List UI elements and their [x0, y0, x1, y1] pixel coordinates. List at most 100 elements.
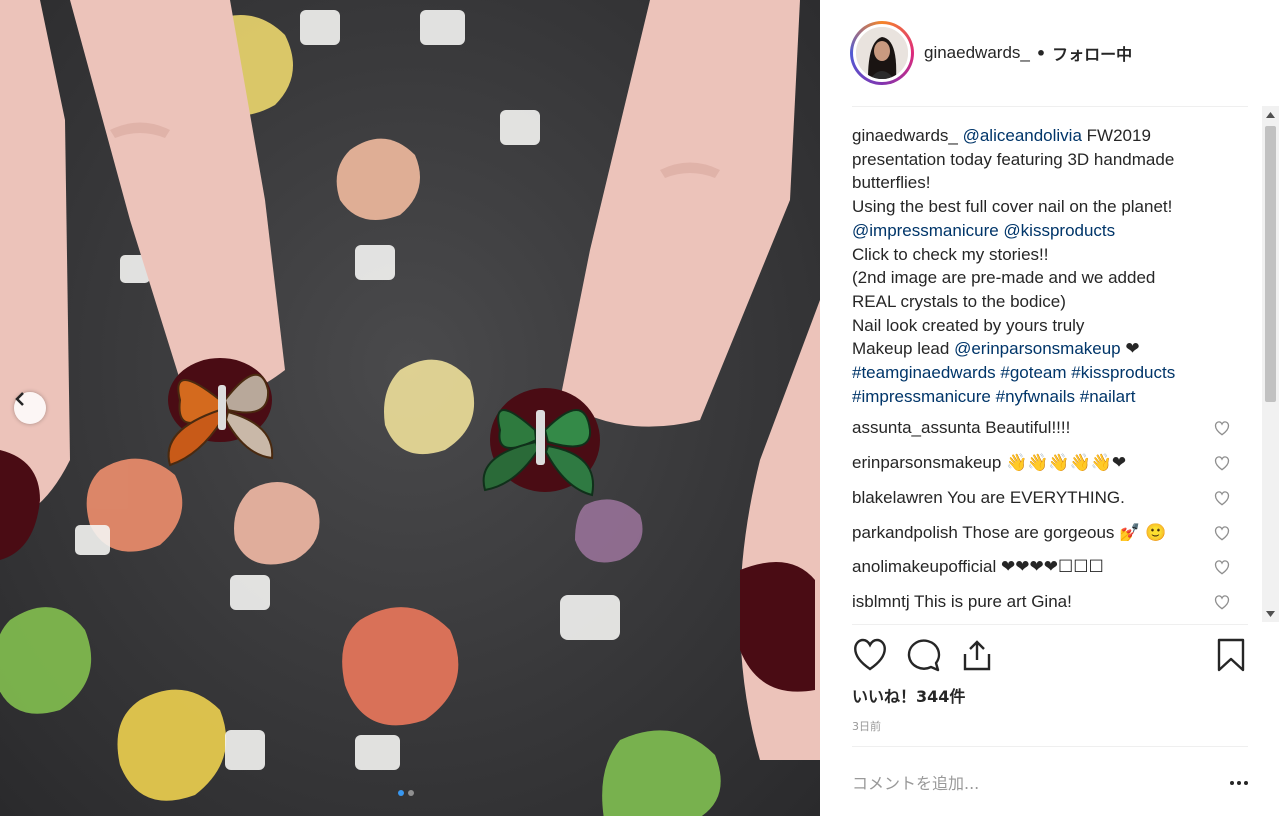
- caption-text: Nail look created by yours truly: [852, 315, 1085, 335]
- comment-button[interactable]: [906, 638, 942, 676]
- more-options-button[interactable]: [1230, 781, 1248, 785]
- like-button[interactable]: [852, 638, 888, 676]
- mention-link[interactable]: #teamginaedwards: [852, 363, 996, 382]
- scroll-down-button[interactable]: [1262, 605, 1279, 622]
- comments-scrollbar[interactable]: [1262, 106, 1279, 622]
- comment-input[interactable]: [852, 773, 1192, 793]
- triangle-up-icon: [1266, 111, 1275, 118]
- comment-body: This is pure art Gina!: [914, 591, 1072, 611]
- caption-text: (2nd image are pre-made and we added: [852, 268, 1156, 288]
- mention-link[interactable]: #kissproducts: [1071, 363, 1175, 382]
- post-photo[interactable]: [0, 0, 820, 816]
- comment-like-button[interactable]: [1214, 593, 1232, 617]
- share-button[interactable]: [960, 638, 994, 676]
- add-comment-row: [852, 768, 1248, 798]
- heart-icon: [1214, 595, 1230, 610]
- comment-text: assunta_assunta Beautiful!!!!: [852, 416, 1192, 440]
- comment-text: isblmntj This is pure art Gina!: [852, 590, 1192, 614]
- caption-line: presentation today featuring 3D handmade: [852, 148, 1232, 172]
- caption-text: butterflies!: [852, 173, 931, 193]
- comment-body: ❤❤❤❤☐☐☐: [1001, 557, 1104, 577]
- caption-text: Using the best full cover nail on the pl…: [852, 197, 1173, 217]
- save-button[interactable]: [1216, 638, 1246, 676]
- carousel-indicator: [398, 790, 414, 796]
- comment-body: Beautiful!!!!: [985, 418, 1071, 438]
- action-bar: [852, 638, 1250, 676]
- caption-line: (2nd image are pre-made and we added: [852, 266, 1232, 290]
- likes-count[interactable]: いいね！344件: [852, 683, 965, 707]
- comment-item: blakelawren You are EVERYTHING.: [852, 486, 1232, 513]
- comment-like-button[interactable]: [1214, 454, 1232, 478]
- carousel-dot-active: [398, 790, 404, 796]
- comment-item: erinparsonsmakeup 👋👋👋👋👋❤: [852, 451, 1232, 478]
- mention-link[interactable]: @impressmanicure: [852, 221, 999, 240]
- post-side-panel: ginaedwards_ • フォロー中 ginaedwards_ @alice…: [820, 0, 1280, 816]
- caption-text: ❤: [1120, 339, 1140, 359]
- caption-line: ginaedwards_ @aliceandolivia FW2019: [852, 124, 1232, 148]
- comment-like-button[interactable]: [1214, 558, 1232, 582]
- mention-link[interactable]: #nailart: [1080, 387, 1136, 406]
- actions-divider: [852, 624, 1248, 625]
- caption-author-link[interactable]: ginaedwards_: [852, 126, 958, 145]
- comments-list[interactable]: ginaedwards_ @aliceandolivia FW2019 prese…: [852, 124, 1232, 624]
- caption-line: #teamginaedwards #goteam #kissproducts: [852, 361, 1232, 385]
- heart-icon: [1214, 525, 1230, 541]
- comment-like-button[interactable]: [1214, 524, 1232, 548]
- caption-line: #impressmanicure #nyfwnails #nailart: [852, 385, 1232, 409]
- comment-author-link[interactable]: erinparsonsmakeup: [852, 453, 1001, 472]
- comment-item: parkandpolish Those are gorgeous 💅 🙂: [852, 521, 1232, 548]
- avatar: [853, 24, 911, 82]
- heart-icon: [854, 638, 886, 671]
- mention-link[interactable]: @kissproducts: [1003, 221, 1115, 240]
- comment-author-link[interactable]: isblmntj: [852, 592, 910, 611]
- bookmark-icon: [1217, 638, 1245, 672]
- share-icon: [963, 640, 991, 671]
- scrollbar-thumb[interactable]: [1265, 126, 1276, 402]
- comment-input-divider: [852, 746, 1248, 747]
- comment-like-button[interactable]: [1214, 489, 1232, 513]
- post-timestamp[interactable]: 3日前: [852, 718, 881, 734]
- comment-text: anolimakeupofficial ❤❤❤❤☐☐☐: [852, 555, 1192, 579]
- comment-body: Those are gorgeous 💅 🙂: [962, 522, 1167, 542]
- carousel-dot: [408, 790, 414, 796]
- header-divider: [852, 106, 1248, 107]
- mention-link[interactable]: #goteam: [1000, 363, 1066, 382]
- comment-body: 👋👋👋👋👋❤: [1006, 453, 1127, 473]
- avatar-image: [856, 27, 908, 79]
- comment-author-link[interactable]: assunta_assunta: [852, 418, 981, 437]
- mention-link[interactable]: @erinparsonsmakeup: [954, 339, 1121, 358]
- heart-icon: [1214, 421, 1230, 436]
- comment-item: assunta_assunta Beautiful!!!!: [852, 416, 1232, 443]
- triangle-down-icon: [1266, 610, 1275, 617]
- caption-text: presentation today featuring 3D handmade: [852, 149, 1175, 169]
- comment-text: parkandpolish Those are gorgeous 💅 🙂: [852, 521, 1192, 545]
- chevron-left-icon: [15, 392, 24, 406]
- comment-author-link[interactable]: parkandpolish: [852, 523, 958, 542]
- comment-icon: [907, 639, 941, 672]
- avatar-story-ring[interactable]: [850, 21, 914, 85]
- comment-body: You are EVERYTHING.: [947, 487, 1125, 507]
- mention-link[interactable]: @aliceandolivia: [963, 126, 1082, 145]
- caption-line: Makeup lead @erinparsonsmakeup ❤: [852, 337, 1232, 361]
- heart-icon: [1214, 560, 1230, 575]
- carousel-prev-button[interactable]: [14, 392, 46, 424]
- caption-line: butterflies!: [852, 171, 1232, 195]
- comment-author-link[interactable]: blakelawren: [852, 488, 943, 507]
- comment-text: blakelawren You are EVERYTHING.: [852, 486, 1192, 510]
- caption-text: Click to check my stories!!: [852, 244, 1049, 264]
- caption-line: REAL crystals to the bodice): [852, 290, 1232, 314]
- post-header: ginaedwards_ • フォロー中: [850, 18, 1250, 88]
- scroll-up-button[interactable]: [1262, 106, 1279, 123]
- username-link[interactable]: ginaedwards_: [924, 43, 1030, 63]
- caption-text: FW2019: [1081, 126, 1151, 145]
- comment-author-link[interactable]: anolimakeupofficial: [852, 557, 996, 576]
- heart-icon: [1214, 491, 1230, 506]
- comment-like-button[interactable]: [1214, 419, 1232, 443]
- following-button[interactable]: フォロー中: [1052, 41, 1132, 65]
- mention-link[interactable]: #impressmanicure: [852, 387, 991, 406]
- post-caption: ginaedwards_ @aliceandolivia FW2019 prese…: [852, 124, 1232, 408]
- caption-text: Makeup lead: [852, 339, 955, 359]
- photo-illustration: [0, 0, 820, 816]
- heart-icon: [1214, 456, 1230, 471]
- mention-link[interactable]: #nyfwnails: [996, 387, 1075, 406]
